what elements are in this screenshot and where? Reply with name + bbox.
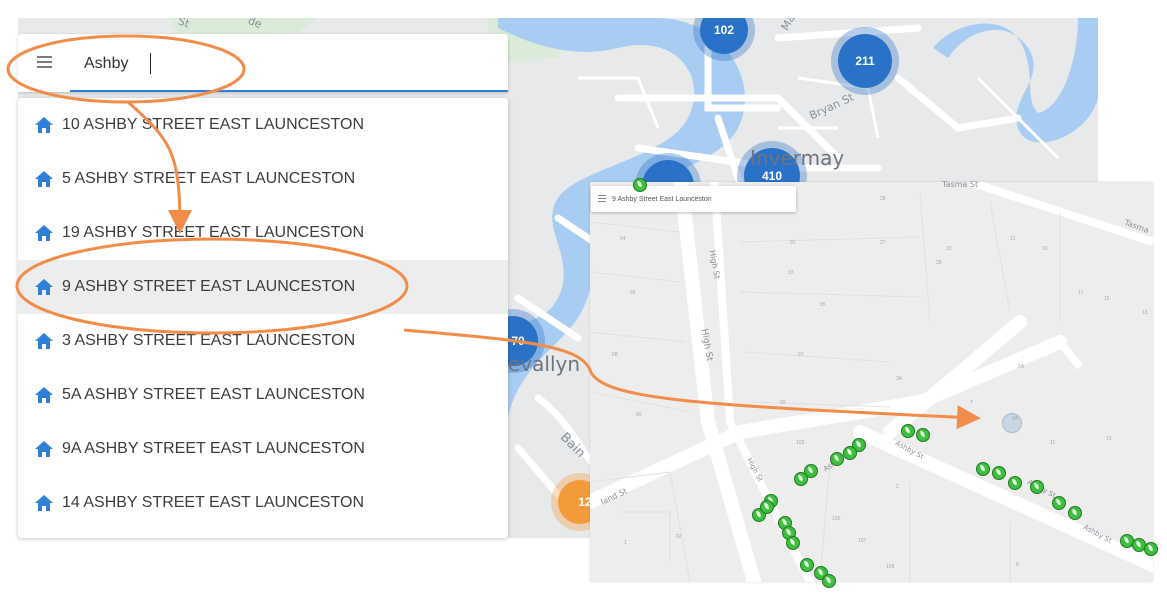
lot-number: 27 [880, 240, 886, 246]
search-result-item[interactable]: 9A ASHBY STREET EAST LAUNCESTON [18, 422, 508, 476]
tree-marker-icon[interactable] [901, 424, 915, 438]
lot-number: 62 [676, 534, 682, 540]
tree-marker-icon[interactable] [1052, 496, 1066, 510]
lot-number: 60 [636, 412, 642, 418]
lot-number: 23 [946, 246, 952, 252]
tree-marker-icon[interactable] [1008, 476, 1022, 490]
zoomed-map[interactable] [590, 182, 1153, 582]
tree-marker-icon[interactable] [1068, 506, 1082, 520]
suburb-label: evallyn [508, 352, 581, 376]
text-caret [150, 53, 151, 74]
search-input[interactable] [82, 50, 466, 78]
search-bar [18, 34, 508, 92]
tree-marker-icon[interactable] [794, 472, 808, 486]
lot-number: 3A [896, 376, 903, 382]
home-icon [35, 117, 53, 133]
search-result-item[interactable]: 19 ASHBY STREET EAST LAUNCESTON [18, 206, 508, 260]
lot-number: 97 [798, 352, 804, 358]
map-cluster[interactable]: 211 [838, 34, 892, 88]
tree-marker-icon[interactable] [822, 574, 836, 588]
tree-marker-icon[interactable] [976, 462, 990, 476]
search-underline [70, 90, 508, 92]
lot-number: 95 [820, 302, 826, 308]
tree-marker-icon[interactable] [760, 500, 774, 514]
tree-marker-icon[interactable] [1144, 542, 1158, 556]
search-result-label: 3 ASHBY STREET EAST LAUNCESTON [62, 332, 356, 349]
home-icon [35, 441, 53, 457]
tree-marker-icon[interactable] [843, 446, 857, 460]
lot-number: 91 [790, 240, 796, 246]
home-icon [35, 279, 53, 295]
home-icon [35, 225, 53, 241]
suburb-label: Invermay [750, 146, 845, 170]
search-result-label: 14 ASHBY STREET EAST LAUNCESTON [62, 494, 365, 511]
tree-marker-icon[interactable] [786, 536, 800, 550]
zoomed-search-bar[interactable]: 9 Ashby Street East Launceston [591, 186, 796, 212]
tree-marker-icon[interactable] [830, 452, 844, 466]
home-icon [35, 171, 53, 187]
lot-number: 105 [832, 516, 841, 522]
lot-number: 9A [1012, 416, 1019, 422]
tree-marker-icon[interactable] [916, 428, 930, 442]
lot-number: 13 [1106, 436, 1112, 442]
lot-number: 8 [1016, 562, 1019, 568]
lot-number: 54 [620, 236, 626, 242]
tree-marker-icon[interactable] [633, 178, 647, 192]
lot-number: 5A [1018, 364, 1025, 370]
search-result-label: 5 ASHBY STREET EAST LAUNCESTON [62, 170, 356, 187]
search-result-item[interactable]: 5 ASHBY STREET EAST LAUNCESTON [18, 152, 508, 206]
lot-number: 29 [880, 196, 886, 202]
search-result-label: 5A ASHBY STREET EAST LAUNCESTON [62, 386, 365, 403]
search-result-item[interactable]: 14 ASHBY STREET EAST LAUNCESTON [18, 476, 508, 530]
home-icon [35, 495, 53, 511]
tree-marker-icon[interactable] [992, 466, 1006, 480]
zoomed-search-value: 9 Ashby Street East Launceston [612, 195, 712, 203]
lot-number: 15 [1104, 296, 1110, 302]
lot-number: 58 [612, 352, 618, 358]
lot-number: 11 [1050, 440, 1056, 446]
lot-number: 1 [624, 540, 627, 546]
lot-number: 19 [1042, 246, 1048, 252]
lot-number: 17 [1078, 290, 1084, 296]
street-label: Tasma St [942, 180, 979, 189]
search-result-label: 10 ASHBY STREET EAST LAUNCESTON [62, 116, 365, 133]
search-result-label: 9 ASHBY STREET EAST LAUNCESTON [62, 278, 356, 295]
lot-number: 99 [780, 400, 786, 406]
search-result-label: 9A ASHBY STREET EAST LAUNCESTON [62, 440, 365, 457]
lot-number: 2 [896, 484, 899, 490]
lot-number: 13 [1142, 310, 1148, 316]
hamburger-menu-icon[interactable] [37, 56, 52, 68]
search-result-item[interactable]: 10 ASHBY STREET EAST LAUNCESTON [18, 98, 508, 152]
lot-number: 107 [858, 538, 867, 544]
home-icon [35, 333, 53, 349]
search-result-item[interactable]: 9 ASHBY STREET EAST LAUNCESTON [18, 260, 508, 314]
lot-number: 93 [788, 270, 794, 276]
cluster-count: 102 [713, 23, 735, 37]
lot-number: 103 [796, 440, 805, 446]
cluster-count: 70 [511, 334, 525, 348]
tree-marker-icon[interactable] [800, 558, 814, 572]
search-result-item[interactable]: 5A ASHBY STREET EAST LAUNCESTON [18, 368, 508, 422]
zoomed-map-canvas [590, 182, 1153, 582]
search-results-list: 10 ASHBY STREET EAST LAUNCESTON 5 ASHBY S… [18, 98, 508, 538]
home-icon [35, 387, 53, 403]
lot-number: 7 [970, 400, 973, 406]
search-result-label: 19 ASHBY STREET EAST LAUNCESTON [62, 224, 365, 241]
lot-number: 25 [936, 260, 942, 266]
cluster-count: 410 [761, 169, 783, 183]
cluster-count: 211 [855, 54, 875, 68]
hamburger-menu-icon[interactable] [598, 194, 606, 204]
lot-number: 109 [886, 564, 895, 570]
tree-marker-icon[interactable] [1030, 480, 1044, 494]
search-result-item[interactable]: 3 ASHBY STREET EAST LAUNCESTON [18, 314, 508, 368]
lot-number: 56 [630, 290, 636, 296]
lot-number: 21 [1010, 236, 1016, 242]
